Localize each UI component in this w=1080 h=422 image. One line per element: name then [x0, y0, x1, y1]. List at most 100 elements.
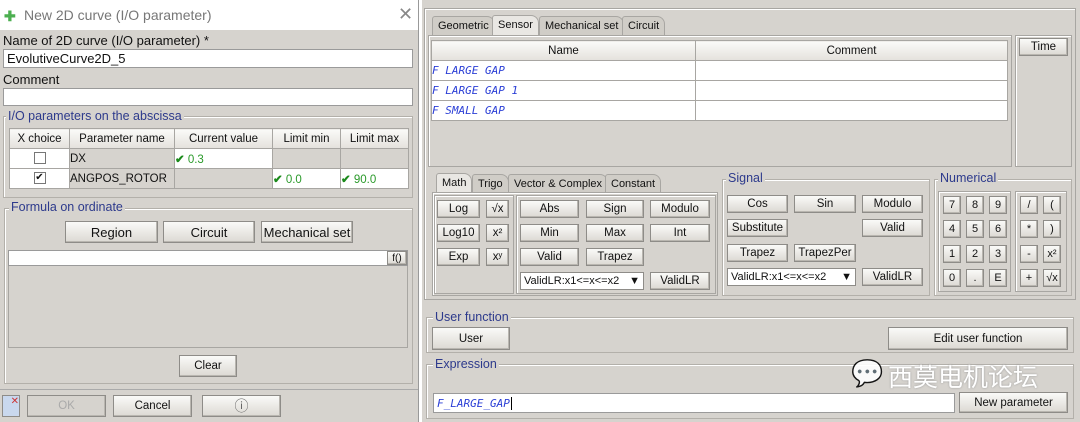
math-validlr-select[interactable]: ValidLR:x1<=x<=x2 ▼: [520, 272, 644, 290]
key-2-button[interactable]: 2: [966, 245, 984, 263]
name-input[interactable]: EvolutiveCurve2D_5: [3, 49, 413, 68]
key-divide-button[interactable]: /: [1020, 196, 1038, 214]
window-title: New 2D curve (I/O parameter): [24, 7, 212, 23]
signal-modulo-button[interactable]: Modulo: [862, 195, 923, 213]
wechat-icon: 💬: [851, 358, 884, 388]
key-1-button[interactable]: 1: [943, 245, 961, 263]
close-icon[interactable]: ✕: [398, 4, 413, 25]
sensor-name[interactable]: F SMALL GAP: [431, 100, 696, 121]
key-sqrt-button[interactable]: √x: [1043, 269, 1061, 287]
signal-validlr-select[interactable]: ValidLR:x1<=x<=x2 ▼: [727, 268, 856, 286]
math-validlr-button[interactable]: ValidLR: [650, 272, 710, 290]
edit-user-function-button[interactable]: Edit user function: [888, 327, 1068, 350]
int-button[interactable]: Int: [650, 224, 710, 242]
formula-legend: Formula on ordinate: [9, 200, 125, 214]
log10-button[interactable]: Log10: [437, 224, 480, 242]
modulo-button[interactable]: Modulo: [650, 200, 710, 218]
sign-button[interactable]: Sign: [586, 200, 644, 218]
power-button[interactable]: xʸ: [486, 248, 509, 266]
new-parameter-button[interactable]: New parameter: [959, 392, 1068, 413]
tab-sensor[interactable]: Sensor: [492, 15, 539, 35]
current-value[interactable]: [174, 168, 273, 189]
key-plus-button[interactable]: +: [1020, 269, 1038, 287]
tab-geometric[interactable]: Geometric: [432, 16, 495, 35]
key-open-paren-button[interactable]: (: [1043, 196, 1061, 214]
table-row[interactable]: F LARGE GAP: [431, 60, 1008, 81]
max-button[interactable]: Max: [586, 224, 644, 242]
cos-button[interactable]: Cos: [727, 195, 788, 213]
tab-mechanical-set[interactable]: Mechanical set: [539, 16, 625, 35]
exp-button[interactable]: Exp: [437, 248, 480, 266]
sensor-name[interactable]: F LARGE GAP 1: [431, 80, 696, 101]
signal-validlr-button[interactable]: ValidLR: [862, 268, 923, 286]
key-e-button[interactable]: E: [989, 269, 1007, 287]
current-value[interactable]: 0.3: [188, 154, 204, 166]
param-name: ANGPOS_ROTOR: [69, 168, 175, 189]
key-minus-button[interactable]: -: [1020, 245, 1038, 263]
formula-input[interactable]: [8, 250, 408, 266]
key-6-button[interactable]: 6: [989, 220, 1007, 238]
param-name: DX: [69, 148, 175, 169]
signal-valid-button[interactable]: Valid: [862, 219, 923, 237]
x-choice-checkbox[interactable]: ✔: [33, 172, 46, 185]
clear-button[interactable]: Clear: [179, 355, 237, 377]
expression-legend: Expression: [433, 357, 499, 371]
table-row[interactable]: F SMALL GAP: [431, 100, 1008, 121]
key-3-button[interactable]: 3: [989, 245, 1007, 263]
square-button[interactable]: x²: [486, 224, 509, 242]
x-choice-checkbox[interactable]: [33, 152, 46, 165]
trapezper-button[interactable]: TrapezPer: [794, 244, 856, 262]
limit-min[interactable]: 0.0: [286, 174, 302, 186]
sensor-comment: [695, 60, 1008, 81]
trapez-button[interactable]: Trapez: [586, 248, 644, 266]
abs-button[interactable]: Abs: [520, 200, 579, 218]
table-row[interactable]: F LARGE GAP 1: [431, 80, 1008, 101]
tab-circuit[interactable]: Circuit: [622, 16, 666, 35]
delete-doc-icon[interactable]: ✕: [2, 395, 20, 417]
table-row[interactable]: DX ✔ 0.3: [9, 148, 409, 169]
user-button[interactable]: User: [432, 327, 510, 350]
expression-input[interactable]: F_LARGE_GAP: [433, 393, 955, 413]
splitter[interactable]: [418, 0, 422, 422]
limit-min[interactable]: [272, 148, 341, 169]
region-button[interactable]: Region: [65, 221, 158, 243]
cancel-button[interactable]: Cancel: [113, 395, 192, 417]
select-value: ValidLR:x1<=x<=x2: [524, 275, 620, 287]
formula-area: [8, 266, 408, 348]
key-4-button[interactable]: 4: [943, 220, 961, 238]
tab-constant[interactable]: Constant: [605, 174, 662, 193]
key-multiply-button[interactable]: *: [1020, 220, 1038, 238]
function-button[interactable]: f(): [387, 251, 407, 265]
valid-button[interactable]: Valid: [520, 248, 579, 266]
circuit-button[interactable]: Circuit: [163, 221, 255, 243]
comment-input[interactable]: [3, 88, 413, 106]
key-0-button[interactable]: 0: [943, 269, 961, 287]
table-row[interactable]: ✔ ANGPOS_ROTOR ✔ 0.0 ✔ 90.0: [9, 168, 409, 189]
ok-button[interactable]: OK: [27, 395, 106, 417]
time-button[interactable]: Time: [1019, 38, 1068, 56]
check-icon: ✔: [341, 173, 351, 186]
info-button[interactable]: ⓘ: [202, 395, 281, 417]
key-9-button[interactable]: 9: [989, 196, 1007, 214]
min-button[interactable]: Min: [520, 224, 579, 242]
sqrt-button[interactable]: √x: [486, 200, 509, 218]
limit-max[interactable]: 90.0: [354, 174, 376, 186]
tab-vector-complex[interactable]: Vector & Complex: [508, 174, 609, 193]
tab-math[interactable]: Math: [436, 173, 473, 193]
key-7-button[interactable]: 7: [943, 196, 961, 214]
log-button[interactable]: Log: [437, 200, 480, 218]
signal-trapez-button[interactable]: Trapez: [727, 244, 788, 262]
col-parameter-name: Parameter name: [69, 128, 175, 149]
key-close-paren-button[interactable]: ): [1043, 220, 1061, 238]
substitute-button[interactable]: Substitute: [727, 219, 788, 237]
sensor-table: Name Comment F LARGE GAP F LARGE GAP 1 F …: [431, 40, 1008, 121]
tab-trigo[interactable]: Trigo: [472, 174, 509, 193]
sin-button[interactable]: Sin: [794, 195, 856, 213]
key-5-button[interactable]: 5: [966, 220, 984, 238]
key-square-button[interactable]: x²: [1043, 245, 1061, 263]
key-8-button[interactable]: 8: [966, 196, 984, 214]
mechanical-set-button[interactable]: Mechanical set: [261, 221, 353, 243]
key-dot-button[interactable]: .: [966, 269, 984, 287]
sensor-name[interactable]: F LARGE GAP: [431, 60, 696, 81]
limit-max[interactable]: [340, 148, 409, 169]
